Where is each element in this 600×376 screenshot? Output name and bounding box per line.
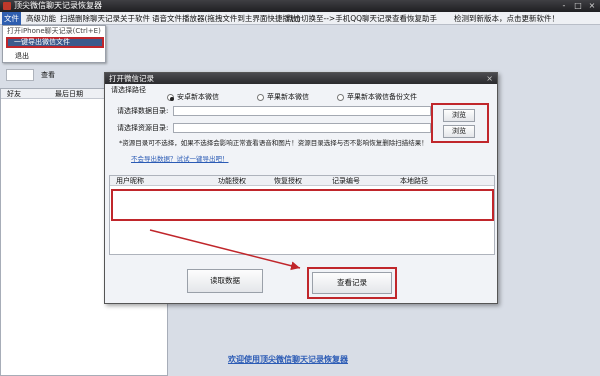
browse-highlight-box: 浏览 浏览	[431, 103, 489, 143]
account-table-header: 用户昵称 功能授权 恢复授权 记录编号 本地路径	[110, 176, 494, 186]
resource-note: *资源目录可不选择，如果不选择会影响正常查看语音和图片！资源目录选择与否不影响恢…	[119, 139, 428, 147]
welcome-link[interactable]: 欢迎使用顶尖微信聊天记录恢复器	[228, 354, 348, 365]
file-menu-dropdown: 打开iPhone聊天记录(Ctrl+E) 一键导出微信文件 退出	[2, 25, 106, 63]
table-row-highlight[interactable]	[111, 189, 494, 221]
radio-android-label: 安卓新本微信	[177, 93, 219, 101]
db-dir-label: 请选择数据目录:	[117, 107, 169, 115]
browse-res-button[interactable]: 浏览	[443, 125, 475, 138]
menu-advanced[interactable]: 高级功能	[24, 12, 58, 25]
view-highlight-box: 查看记录	[307, 267, 397, 299]
close-window-button[interactable]: ×	[586, 1, 598, 11]
window-title: 顶尖微信聊天记录恢复器	[14, 1, 102, 10]
open-wechat-dialog: 打开微信记录 × 请选择路径 安卓新本微信 苹果新本微信 苹果新本微信备份文件 …	[104, 72, 498, 304]
view-records-button[interactable]: 查看记录	[312, 272, 392, 294]
menu-bar: 文件 高级功能 扫描删除聊天记录 关于软件 语音文件播放器(拖拽文件到主界面快捷…	[0, 12, 600, 25]
file-menu-export[interactable]: 一键导出微信文件	[8, 39, 102, 46]
browse-db-button[interactable]: 浏览	[443, 109, 475, 122]
menu-voice-player[interactable]: 语音文件播放器(拖拽文件到主界面快捷播放)	[150, 12, 302, 25]
radio-iphone[interactable]	[257, 94, 264, 101]
menu-about[interactable]: 关于软件	[118, 12, 152, 25]
col-record-no: 记录编号	[332, 177, 360, 185]
menu-switch-qq[interactable]: 点击切换至-->手机QQ聊天记录查看恢复助手	[284, 12, 439, 25]
col-local-path: 本地路径	[400, 177, 428, 185]
view-label: 查看	[41, 71, 55, 79]
radio-android[interactable]	[167, 94, 174, 101]
res-dir-input[interactable]	[173, 123, 431, 133]
col-restore-auth: 恢复授权	[274, 177, 302, 185]
one-click-export-link[interactable]: 不会导出数据？试试一键导出吧！	[131, 153, 229, 163]
app-icon	[3, 2, 11, 10]
minimize-button[interactable]: -	[558, 1, 570, 11]
file-menu-open-iphone[interactable]: 打开iPhone聊天记录(Ctrl+E)	[7, 26, 101, 36]
col-last-date: 最后日期	[55, 90, 83, 98]
col-func-auth: 功能授权	[218, 177, 246, 185]
window-title-bar: 顶尖微信聊天记录恢复器 - □ ×	[0, 0, 600, 12]
col-nickname: 用户昵称	[116, 177, 144, 185]
dialog-close-icon[interactable]: ×	[486, 73, 493, 84]
dialog-title-bar: 打开微信记录 ×	[105, 73, 497, 84]
read-data-button[interactable]: 读取数据	[187, 269, 263, 293]
menu-scan-deleted[interactable]: 扫描删除聊天记录	[58, 12, 122, 25]
col-friend: 好友	[7, 90, 21, 98]
radio-iphone-label: 苹果新本微信	[267, 93, 309, 101]
db-dir-input[interactable]	[173, 106, 431, 116]
res-dir-label: 请选择资源目录:	[117, 124, 169, 132]
qq-input[interactable]	[6, 69, 34, 81]
menu-update[interactable]: 检测到新版本，点击更新软件！	[452, 12, 561, 25]
radio-iphone-backup[interactable]	[337, 94, 344, 101]
maximize-button[interactable]: □	[572, 1, 584, 11]
radio-iphone-backup-label: 苹果新本微信备份文件	[347, 93, 417, 101]
account-table[interactable]: 用户昵称 功能授权 恢复授权 记录编号 本地路径	[109, 175, 495, 255]
path-group-label: 请选择路径	[111, 86, 146, 94]
dialog-title: 打开微信记录	[109, 74, 154, 83]
menu-file[interactable]: 文件	[2, 12, 21, 25]
file-menu-exit[interactable]: 退出	[15, 51, 29, 61]
export-highlight-box: 一键导出微信文件	[6, 37, 104, 48]
